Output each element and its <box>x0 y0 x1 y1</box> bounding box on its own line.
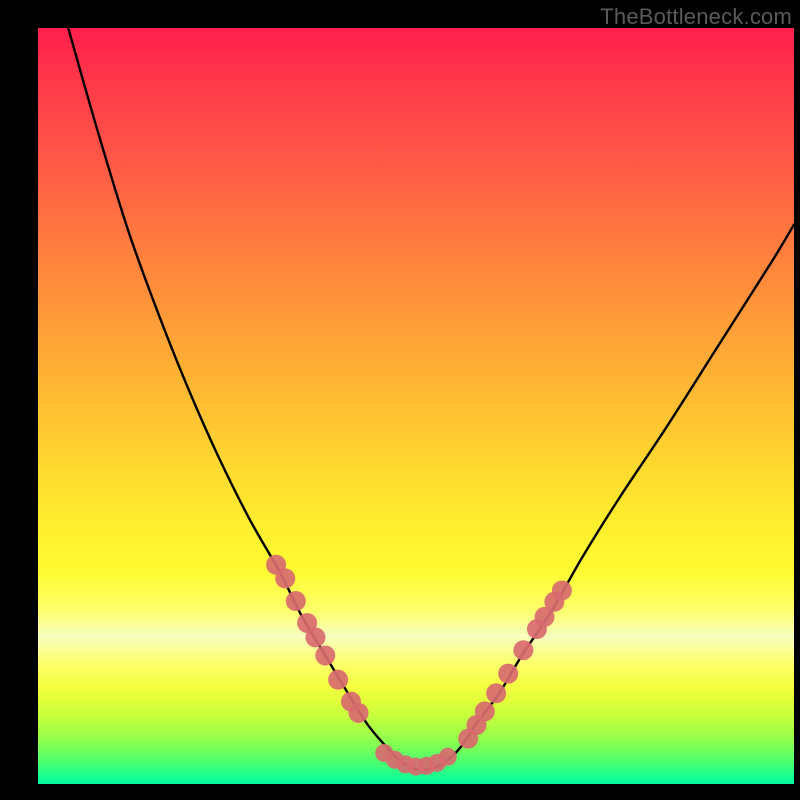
watermark-text: TheBottleneck.com <box>600 4 792 30</box>
marker-layer <box>266 555 572 776</box>
bottleneck-curve <box>68 28 794 770</box>
marker-dot <box>275 568 295 588</box>
marker-dot <box>513 640 533 660</box>
marker-dot <box>315 645 335 665</box>
marker-dot <box>475 701 495 721</box>
marker-dot <box>349 703 369 723</box>
marker-dot <box>552 580 572 600</box>
marker-dot <box>328 670 348 690</box>
marker-dot <box>486 683 506 703</box>
marker-dot <box>286 591 306 611</box>
chart-svg <box>0 0 800 800</box>
chart-frame: TheBottleneck.com <box>0 0 800 800</box>
marker-dot <box>439 748 457 766</box>
marker-dot <box>498 664 518 684</box>
curve-layer <box>68 28 794 770</box>
marker-dot <box>305 627 325 647</box>
